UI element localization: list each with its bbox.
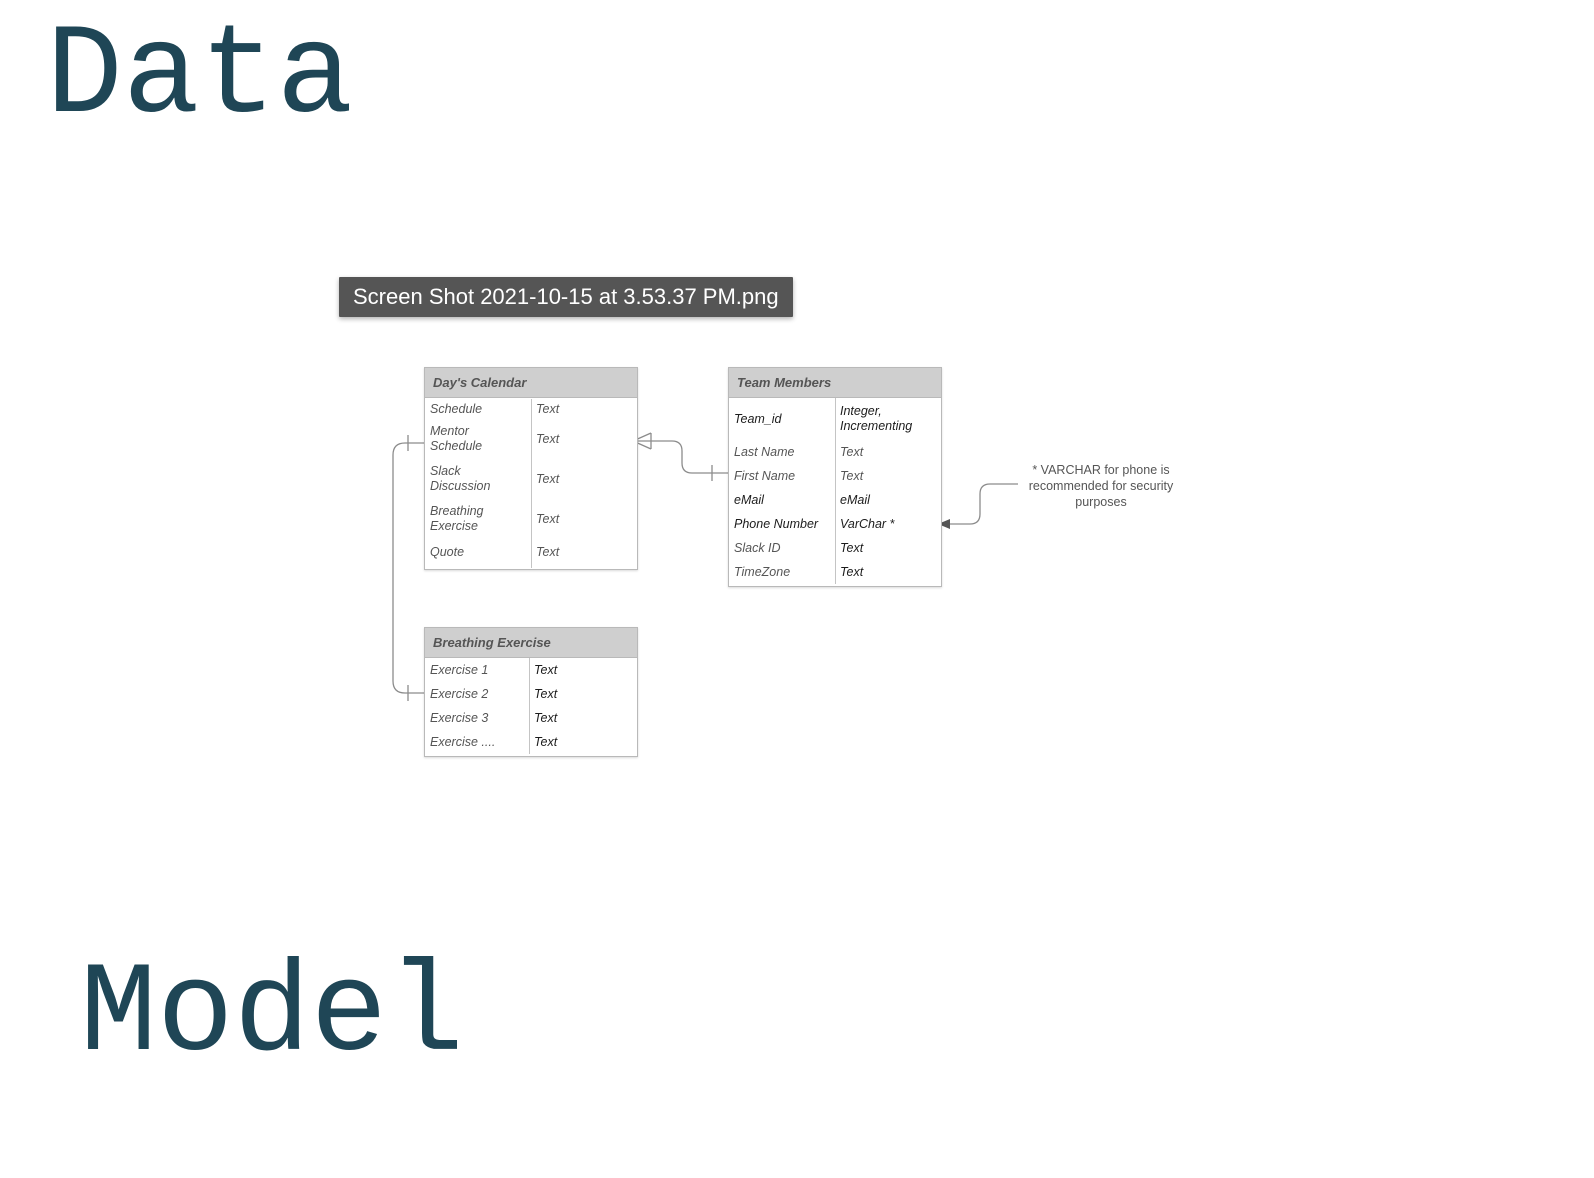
field-type: Text bbox=[534, 686, 558, 701]
table-row: Schedule Text bbox=[425, 399, 637, 419]
table-title: Team Members bbox=[729, 368, 941, 398]
table-body: Team_id Integer, Incrementing Last Name … bbox=[729, 398, 941, 584]
slide-title-model: Model bbox=[80, 943, 465, 1088]
field-name: Breathing Exercise bbox=[430, 504, 484, 533]
field-name: Exercise .... bbox=[430, 734, 496, 749]
table-body: Exercise 1 Text Exercise 2 Text Exercise… bbox=[425, 658, 637, 754]
filename-tooltip: Screen Shot 2021-10-15 at 3.53.37 PM.png bbox=[339, 277, 793, 317]
field-name: Slack ID bbox=[734, 540, 781, 555]
field-name: TimeZone bbox=[734, 564, 791, 579]
table-row: Exercise 3 Text bbox=[425, 706, 637, 730]
field-type: Text bbox=[534, 710, 558, 725]
table-row: Team_id Integer, Incrementing bbox=[729, 398, 941, 440]
table-title: Day's Calendar bbox=[425, 368, 637, 398]
table-row: Exercise 1 Text bbox=[425, 658, 637, 682]
table-row: Breathing Exercise Text bbox=[425, 499, 637, 539]
field-type: Text bbox=[840, 468, 864, 483]
field-name: Slack Discussion bbox=[430, 464, 491, 493]
field-type: Text bbox=[534, 662, 558, 677]
calendar-to-breathing-connector bbox=[392, 442, 426, 694]
field-type: eMail bbox=[840, 492, 870, 507]
field-type: Text bbox=[536, 544, 560, 559]
table-body: Schedule Text Mentor Schedule Text Slack… bbox=[425, 399, 637, 568]
field-type: Text bbox=[536, 511, 560, 526]
table-row: eMail eMail bbox=[729, 488, 941, 512]
field-name: eMail bbox=[734, 492, 764, 507]
table-row: Quote Text bbox=[425, 539, 637, 565]
table-row: Exercise 2 Text bbox=[425, 682, 637, 706]
table-title: Breathing Exercise bbox=[425, 628, 637, 658]
calendar-to-team-connector bbox=[633, 440, 730, 474]
table-row: Mentor Schedule Text bbox=[425, 419, 637, 459]
field-name: Exercise 3 bbox=[430, 710, 489, 725]
table-row: Exercise .... Text bbox=[425, 730, 637, 754]
field-name: Exercise 1 bbox=[430, 662, 489, 677]
table-row: TimeZone Text bbox=[729, 560, 941, 584]
field-type: Text bbox=[536, 431, 560, 446]
table-team-members: Team Members Team_id Integer, Incrementi… bbox=[728, 367, 942, 587]
slide-title-data: Data bbox=[46, 5, 354, 150]
table-row: Phone Number VarChar * bbox=[729, 512, 941, 536]
field-type: Text bbox=[840, 444, 864, 459]
field-type: VarChar * bbox=[840, 516, 895, 531]
field-name: Team_id bbox=[734, 411, 782, 426]
field-type: Text bbox=[536, 471, 560, 486]
table-row: Slack Discussion Text bbox=[425, 459, 637, 499]
field-name: Mentor Schedule bbox=[430, 424, 483, 453]
field-type: Text bbox=[534, 734, 558, 749]
field-name: First Name bbox=[734, 468, 796, 483]
field-type: Integer, Incrementing bbox=[840, 404, 913, 433]
varchar-note: * VARCHAR for phone is recommended for s… bbox=[1028, 463, 1174, 509]
table-days-calendar: Day's Calendar Schedule Text Mentor Sche… bbox=[424, 367, 638, 570]
field-type: Text bbox=[536, 401, 560, 416]
table-breathing-exercise: Breathing Exercise Exercise 1 Text Exerc… bbox=[424, 627, 638, 757]
field-name: Exercise 2 bbox=[430, 686, 489, 701]
table-row: Slack ID Text bbox=[729, 536, 941, 560]
field-type: Text bbox=[840, 540, 864, 555]
field-name: Last Name bbox=[734, 444, 795, 459]
table-row: Last Name Text bbox=[729, 440, 941, 464]
field-name: Quote bbox=[430, 544, 465, 559]
table-row: First Name Text bbox=[729, 464, 941, 488]
field-name: Phone Number bbox=[734, 516, 819, 531]
field-name: Schedule bbox=[430, 401, 483, 416]
field-type: Text bbox=[840, 564, 864, 579]
